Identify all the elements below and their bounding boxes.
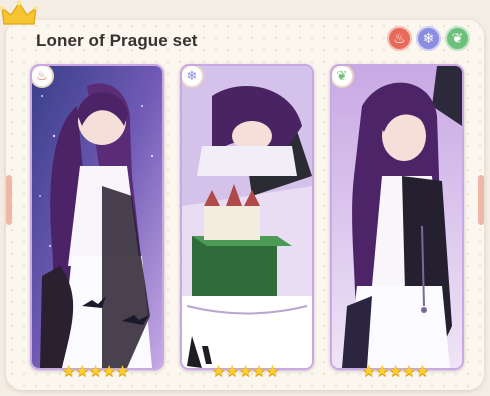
card-ice-rarity: ★★★★★ <box>212 362 279 380</box>
flame-icon: ♨ <box>32 66 54 88</box>
set-title: Loner of Prague set <box>36 31 198 50</box>
card-flame-rarity: ★★★★★ <box>62 362 129 380</box>
ice-icon[interactable]: ❄ <box>416 26 441 51</box>
card-art-flame <box>32 66 162 368</box>
card-art-leaf <box>332 66 462 368</box>
star-icon: ★★★★★ <box>362 362 430 380</box>
leaf-icon: ❦ <box>332 66 354 88</box>
right-scroll-tab[interactable] <box>478 175 484 225</box>
flame-icon[interactable]: ♨ <box>387 26 412 51</box>
left-scroll-tab[interactable] <box>6 175 12 225</box>
leaf-icon[interactable]: ❦ <box>445 26 470 51</box>
star-icon: ★★★★★ <box>62 362 130 380</box>
card-flame[interactable]: ♨ <box>30 64 164 370</box>
crown-icon <box>0 0 38 25</box>
card-leaf-rarity: ★★★★★ <box>362 362 429 380</box>
card-art-ice <box>182 66 312 368</box>
ice-icon: ❄ <box>182 66 204 88</box>
set-elements: ♨ ❄ ❦ <box>387 26 470 51</box>
card-leaf[interactable]: ❦ <box>330 64 464 370</box>
card-ice[interactable]: ❄ <box>180 64 314 370</box>
star-icon: ★★★★★ <box>212 362 280 380</box>
